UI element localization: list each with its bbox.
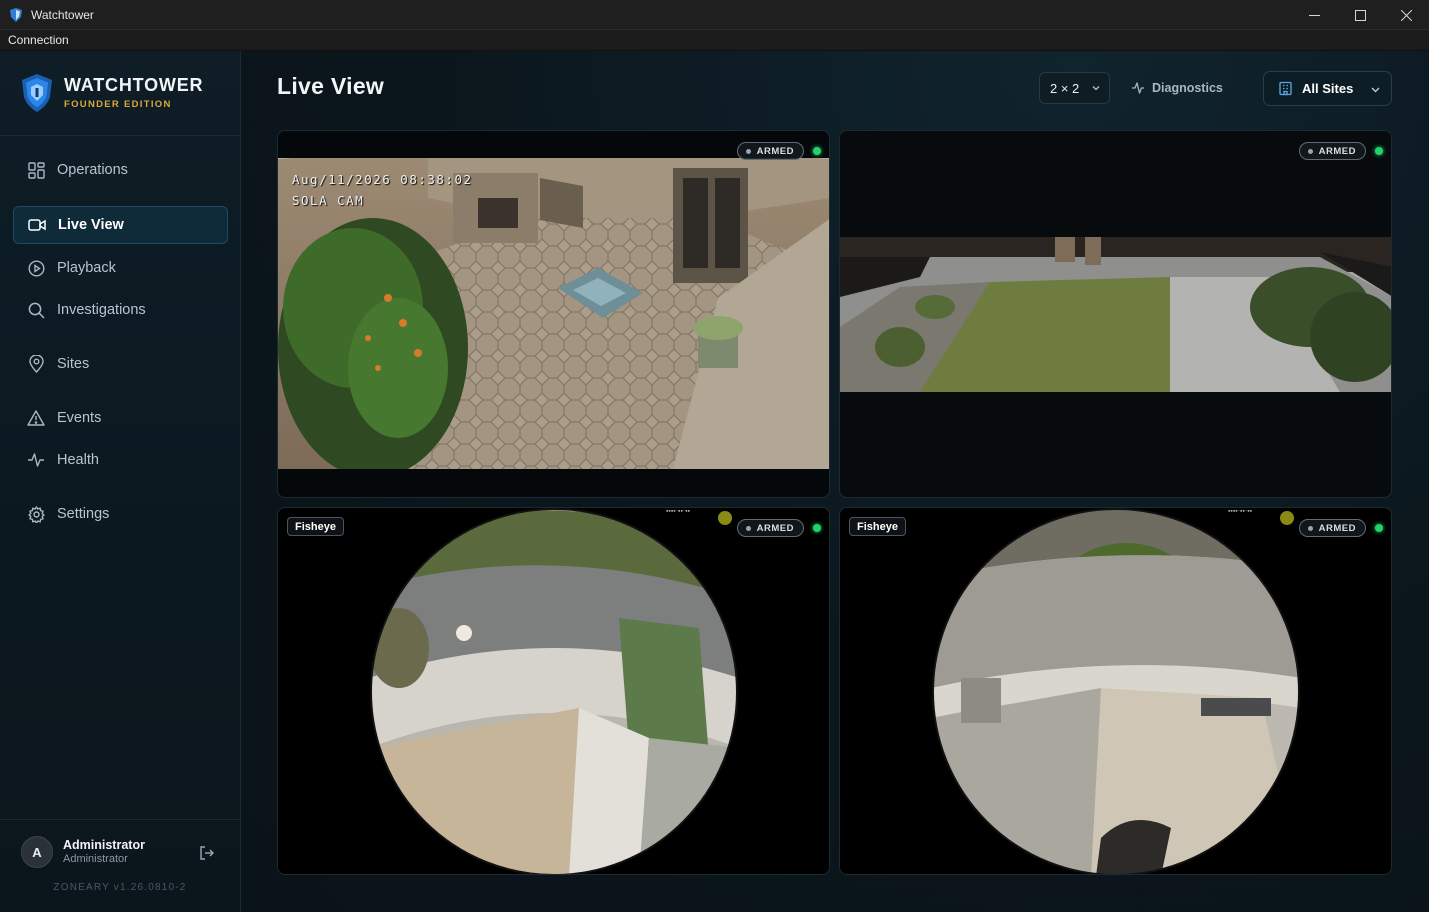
chevron-down-icon xyxy=(1371,87,1380,93)
menu-bar: Connection xyxy=(0,30,1429,51)
status-badge: ARMED xyxy=(736,142,804,160)
logout-icon[interactable] xyxy=(198,844,216,862)
close-button[interactable] xyxy=(1383,0,1429,30)
menu-connection[interactable]: Connection xyxy=(8,33,69,47)
sidebar-item-label: Settings xyxy=(57,506,110,522)
sidebar-item-label: Investigations xyxy=(57,302,146,318)
maximize-button[interactable] xyxy=(1337,0,1383,30)
live-indicator xyxy=(1375,147,1383,155)
alert-triangle-icon xyxy=(27,409,45,427)
camera-timestamp: Aug/11/2026 08:38:02 xyxy=(292,172,473,187)
user-role: Administrator xyxy=(63,853,128,865)
gear-icon xyxy=(27,505,45,523)
activity-icon xyxy=(27,451,45,469)
avatar[interactable]: A xyxy=(21,836,53,868)
user-panel: A Administrator Administrator ZONEARY v1… xyxy=(0,819,240,912)
camera-tile-1[interactable]: Aug/11/2026 08:38:02 SOLA CAM ARMED xyxy=(277,130,830,498)
sidebar-item-label: Sites xyxy=(57,356,90,372)
grid-layout-select[interactable]: 2 × 2 xyxy=(1039,72,1110,104)
fisheye-tag: Fisheye xyxy=(287,517,344,536)
status-dot xyxy=(1307,148,1313,154)
sidebar-item-label: Health xyxy=(57,452,99,468)
search-icon xyxy=(27,301,45,319)
sidebar-item-label: Operations xyxy=(57,162,128,178)
live-indicator xyxy=(813,147,821,155)
user-name: Administrator xyxy=(63,838,145,852)
sidebar-item-label: Live View xyxy=(58,217,124,233)
sidebar-item-live-view[interactable]: Live View xyxy=(13,206,228,244)
status-text: ARMED xyxy=(756,522,794,534)
diagnostics-label: Diagnostics xyxy=(1152,81,1223,95)
watchtower-shield-logo xyxy=(22,74,52,112)
site-selector-label: All Sites xyxy=(1302,81,1354,96)
window-title: Watchtower xyxy=(31,7,94,22)
camera-feed-fisheye-2 xyxy=(932,508,1300,874)
sidebar-item-playback[interactable]: Playback xyxy=(13,249,228,287)
grid-layout-value: 2 × 2 xyxy=(1050,80,1080,96)
sidebar: WATCHTOWER FOUNDER EDITION Operations Li… xyxy=(0,51,241,912)
page-title: Live View xyxy=(277,73,385,99)
brand-header: WATCHTOWER FOUNDER EDITION xyxy=(0,51,240,136)
status-text: ARMED xyxy=(1318,522,1356,534)
grid-icon xyxy=(27,161,45,179)
window-titlebar: Watchtower xyxy=(0,0,1429,30)
site-selector[interactable]: All Sites xyxy=(1263,71,1392,106)
camera-feed-fisheye-1 xyxy=(370,508,738,874)
sidebar-item-label: Events xyxy=(57,410,102,426)
camera-tile-2[interactable]: ARMED xyxy=(839,130,1392,498)
status-text: ARMED xyxy=(1318,145,1356,157)
sidebar-item-events[interactable]: Events xyxy=(13,399,228,437)
status-dot xyxy=(745,525,751,531)
camera-tile-4[interactable]: ▪▪▪▪-▪▪-▪▪ Fisheye ARMED xyxy=(839,507,1392,875)
minimize-icon xyxy=(1308,14,1320,16)
status-dot xyxy=(745,148,751,154)
status-dot xyxy=(1307,525,1313,531)
brand-edition: FOUNDER EDITION xyxy=(64,99,172,110)
live-indicator xyxy=(813,524,821,532)
status-text: ARMED xyxy=(756,145,794,157)
minimize-button[interactable] xyxy=(1291,0,1337,30)
play-circle-icon xyxy=(27,259,45,277)
app-version: ZONEARY v1.26.0810-2 xyxy=(53,882,187,893)
window-controls xyxy=(1291,0,1429,30)
brand-name: WATCHTOWER xyxy=(64,75,204,95)
status-badge: ARMED xyxy=(736,519,804,537)
sidebar-item-label: Playback xyxy=(57,260,116,276)
sidebar-item-sites[interactable]: Sites xyxy=(13,345,228,383)
building-icon xyxy=(1279,81,1292,96)
status-badge: ARMED xyxy=(1298,142,1366,160)
camera-tile-3[interactable]: ▪▪▪▪-▪▪-▪▪ Fisheye ARMED xyxy=(277,507,830,875)
sidebar-item-health[interactable]: Health xyxy=(13,441,228,479)
camera-feed-frontyard xyxy=(840,237,1391,392)
activity-icon xyxy=(1132,82,1144,94)
overlay-marker xyxy=(1280,511,1294,525)
fisheye-osd-date: ▪▪▪▪-▪▪-▪▪ xyxy=(1228,508,1253,513)
video-icon xyxy=(28,216,46,234)
sidebar-item-settings[interactable]: Settings xyxy=(13,495,228,533)
chevron-down-icon xyxy=(1092,86,1100,91)
sidebar-item-investigations[interactable]: Investigations xyxy=(13,291,228,329)
camera-name: SOLA CAM xyxy=(292,193,365,208)
fisheye-osd-date: ▪▪▪▪-▪▪-▪▪ xyxy=(666,508,691,513)
status-badge: ARMED xyxy=(1298,519,1366,537)
main-content: Live View 2 × 2 Diagnostics All Sites Au… xyxy=(241,51,1429,912)
sidebar-item-operations[interactable]: Operations xyxy=(13,151,228,189)
close-icon xyxy=(1400,9,1412,21)
maximize-icon xyxy=(1354,9,1366,21)
live-indicator xyxy=(1375,524,1383,532)
app-shield-icon xyxy=(10,7,22,22)
fisheye-tag: Fisheye xyxy=(849,517,906,536)
map-pin-icon xyxy=(27,355,45,373)
diagnostics-button[interactable]: Diagnostics xyxy=(1131,72,1223,104)
overlay-marker xyxy=(718,511,732,525)
